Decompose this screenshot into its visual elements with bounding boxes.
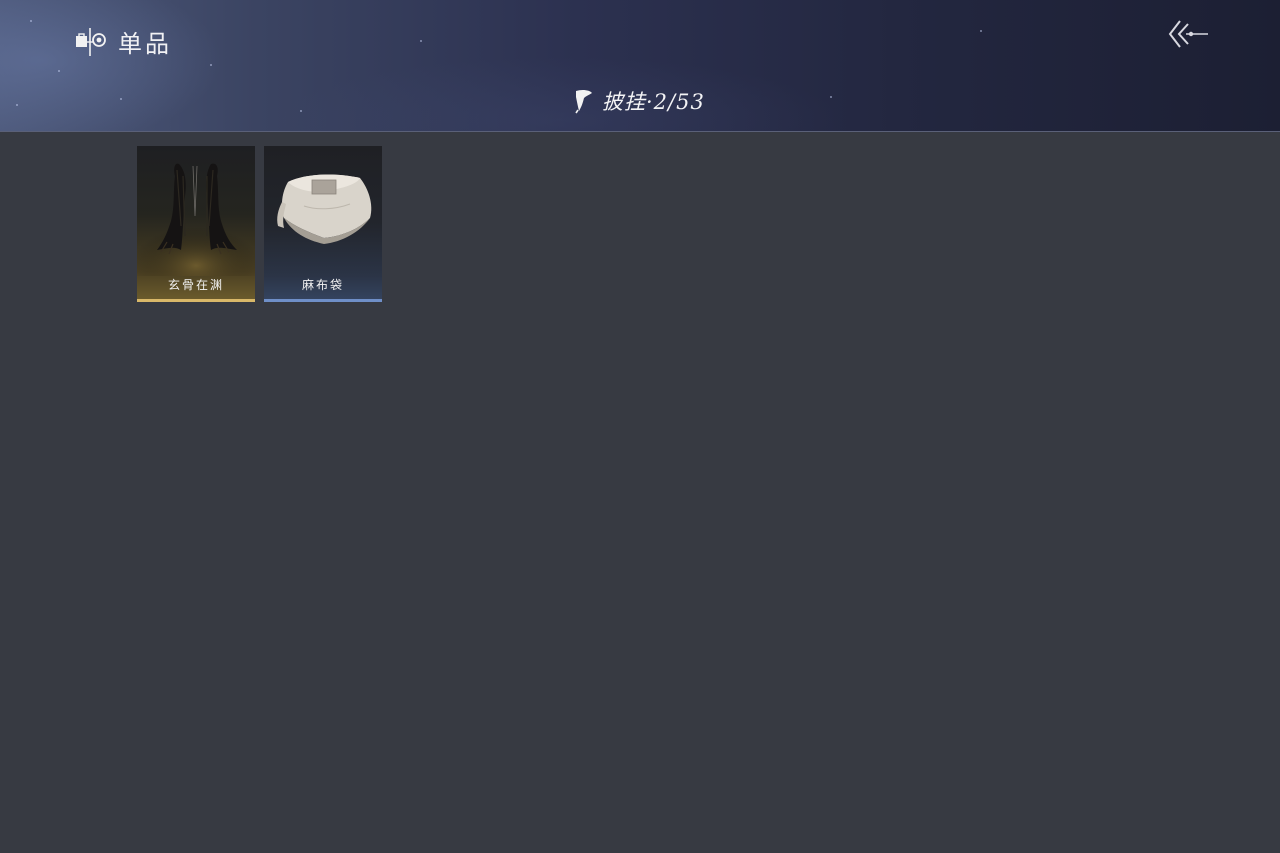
linen-sack-icon: [277, 174, 372, 244]
item-grid: 玄骨在渊 麻布袋: [137, 146, 382, 302]
wardrobe-eye-icon: [76, 27, 106, 56]
item-name: 麻布袋: [301, 278, 344, 292]
item-card-mabudai[interactable]: 麻布袋: [264, 146, 382, 302]
header-bar: 单品 披挂·2/53: [0, 0, 1280, 132]
item-name: 玄骨在渊: [167, 278, 224, 292]
page-title: 单品: [118, 30, 172, 58]
cape-icon: [575, 89, 592, 114]
back-button[interactable]: [1166, 18, 1212, 52]
item-card-xuangu-zaiyuan[interactable]: 玄骨在渊: [137, 146, 255, 302]
page-title-group: 单品: [74, 24, 172, 59]
category-title: 披挂·2/53: [602, 90, 705, 114]
double-chevron-back-icon: [1168, 20, 1208, 48]
dark-feather-cape-icon: [137, 163, 255, 276]
category-header: 披挂·2/53: [572, 86, 705, 116]
